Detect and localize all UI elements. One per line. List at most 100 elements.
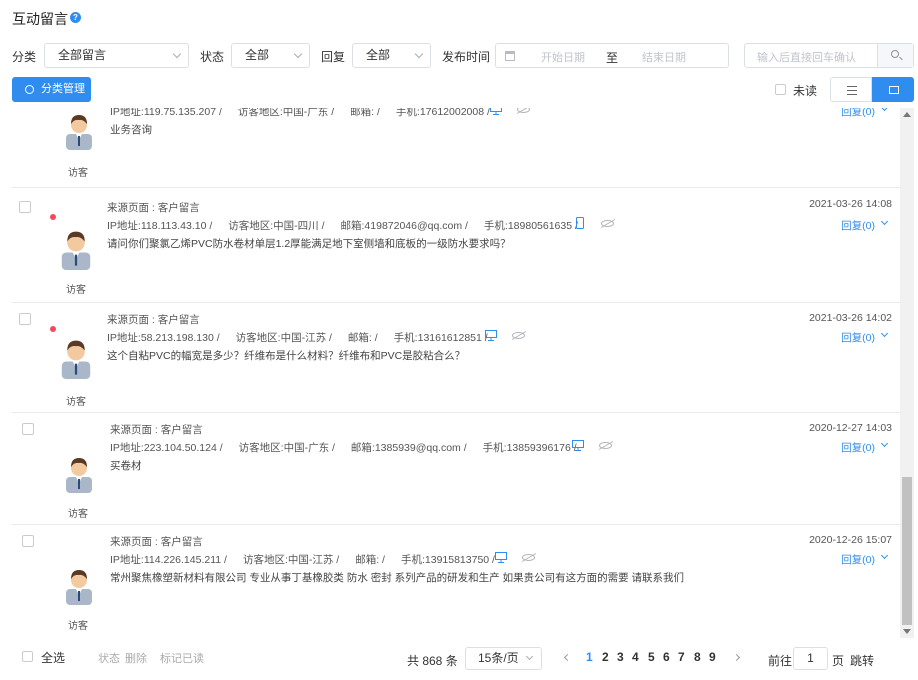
chevron-down-icon[interactable] (880, 217, 889, 226)
search-input[interactable]: 输入后直接回车确认 (757, 49, 856, 65)
publish-time-label: 发布时间 (442, 50, 491, 64)
mobile-icon (576, 217, 584, 229)
start-date-input[interactable]: 开始日期 (541, 49, 585, 65)
chevron-down-icon[interactable] (880, 551, 889, 560)
page-7[interactable]: 7 (678, 650, 685, 664)
reply-select[interactable]: 全部 (352, 43, 431, 68)
date-range-picker[interactable]: 开始日期 至 结束日期 (495, 43, 729, 68)
category-management-label: 分类管理 (41, 83, 85, 95)
row-checkbox[interactable] (19, 313, 31, 325)
row-checkbox[interactable] (22, 535, 34, 547)
visitor-label: 访客 (66, 285, 86, 296)
message-content: 常州聚焦橡塑新材料有限公司 专业从事丁基橡胶类 防水 密封 系列产品的研发和生产… (110, 572, 685, 584)
hide-icon[interactable] (517, 108, 530, 113)
visitor-label: 访客 (68, 621, 88, 632)
message-list: IP地址:119.75.135.207 /访客地区:中国-广东 / 邮箱: / 手机… (12, 108, 914, 638)
select-all-label[interactable]: 全选 (41, 649, 65, 666)
end-date-input[interactable]: 结束日期 (642, 49, 686, 65)
page-2[interactable]: 2 (602, 650, 609, 664)
row-checkbox[interactable] (19, 201, 31, 213)
unread-dot (50, 326, 56, 332)
hide-icon[interactable] (512, 332, 525, 339)
help-icon[interactable]: ? (70, 12, 81, 23)
list-view-button[interactable] (830, 77, 872, 102)
chevron-down-icon[interactable] (880, 329, 889, 338)
list-scrollbar[interactable] (900, 108, 914, 638)
reply-link[interactable]: 回复(0) (841, 108, 875, 119)
message-meta: IP地址:114.226.145.211 /访客地区:中国-江苏 / 邮箱: / 手… (110, 554, 495, 566)
message-source: 来源页面 : 客户留言 (110, 536, 203, 548)
hide-icon[interactable] (599, 442, 612, 449)
avatar (61, 340, 91, 379)
image-icon (889, 86, 899, 94)
select-all-checkbox[interactable] (22, 651, 33, 662)
reply-filter-label: 回复 (321, 50, 346, 64)
reply-select-value: 全部 (366, 48, 391, 62)
scrollbar-thumb[interactable] (902, 477, 912, 625)
desktop-icon (485, 330, 497, 341)
visitor-label: 访客 (66, 397, 86, 408)
desktop-icon (490, 108, 502, 115)
calendar-icon (505, 51, 515, 61)
message-meta: IP地址:119.75.135.207 /访客地区:中国-广东 / 邮箱: / 手机… (110, 108, 490, 118)
avatar (66, 570, 92, 605)
delete-action-button[interactable]: 删除 (125, 650, 147, 666)
scroll-down-arrow-icon[interactable] (903, 629, 911, 634)
page-8[interactable]: 8 (694, 650, 701, 664)
page-size-select[interactable]: 15条/页 (465, 647, 542, 670)
category-select[interactable]: 全部留言 (44, 43, 189, 68)
chevron-down-icon (293, 49, 303, 59)
list-item: 来源页面 : 客户留言 IP地址:58.213.198.130 /访客地区:中国… (12, 303, 900, 413)
unread-checkbox[interactable] (775, 84, 786, 95)
page-title: 互动留言 (12, 11, 68, 27)
next-page-icon[interactable] (732, 653, 741, 662)
unread-label: 未读 (793, 84, 818, 98)
page-9[interactable]: 9 (709, 650, 716, 664)
list-item: 来源页面 : 客户留言 IP地址:114.226.145.211 /访客地区:中… (12, 525, 900, 638)
page-1[interactable]: 1 (586, 650, 593, 664)
list-item: 来源页面 : 客户留言 IP地址:223.104.50.124 /访客地区:中国… (12, 413, 900, 525)
search-box[interactable]: 输入后直接回车确认 (744, 43, 914, 68)
chevron-down-icon (525, 652, 534, 661)
hide-icon[interactable] (522, 554, 535, 561)
unread-dot (50, 214, 56, 220)
jump-button[interactable]: 跳转 (850, 652, 874, 669)
avatar (66, 458, 92, 493)
desktop-icon (495, 552, 507, 563)
desktop-icon (572, 440, 584, 451)
card-view-button[interactable] (872, 77, 914, 102)
reply-link[interactable]: 回复(0) (841, 552, 875, 567)
reply-link[interactable]: 回复(0) (841, 330, 875, 345)
row-checkbox[interactable] (22, 423, 34, 435)
page-5[interactable]: 5 (648, 650, 655, 664)
message-meta: IP地址:118.113.43.10 /访客地区:中国-四川 / 邮箱:41987… (107, 220, 578, 232)
reply-link[interactable]: 回复(0) (841, 440, 875, 455)
mark-read-button[interactable]: 标记已读 (160, 650, 204, 666)
hide-icon[interactable] (601, 220, 614, 227)
message-date: 2021-03-26 14:02 (809, 312, 892, 324)
list-footer: 全选 状态 删除 标记已读 共 868 条 15条/页 1 2 3 4 5 6 … (0, 645, 918, 675)
message-content: 请问你们聚氯乙烯PVC防水卷材单层1.2厚能满足地下室侧墙和底板的一级防水要求吗… (107, 238, 511, 250)
visitor-label: 访客 (68, 168, 88, 179)
goto-page-input[interactable]: 1 (793, 647, 828, 670)
prev-page-icon[interactable] (563, 653, 572, 662)
message-content: 买卷材 (110, 460, 142, 472)
status-filter-label: 状态 (200, 50, 225, 64)
list-item: 来源页面 : 客户留言 IP地址:118.113.43.10 /访客地区:中国-… (12, 188, 900, 303)
chevron-down-icon[interactable] (880, 439, 889, 448)
page-3[interactable]: 3 (617, 650, 624, 664)
search-button[interactable] (877, 44, 913, 67)
page-6[interactable]: 6 (663, 650, 670, 664)
scroll-up-arrow-icon[interactable] (903, 112, 911, 117)
avatar (61, 231, 91, 270)
status-select[interactable]: 全部 (231, 43, 310, 68)
settings-icon (25, 85, 34, 94)
status-action-button[interactable]: 状态 (98, 650, 120, 666)
visitor-label: 访客 (68, 509, 88, 520)
category-management-button[interactable]: 分类管理 (12, 77, 91, 102)
reply-link[interactable]: 回复(0) (841, 218, 875, 233)
page-4[interactable]: 4 (632, 650, 639, 664)
goto-label: 前往 (768, 654, 793, 668)
message-meta: IP地址:58.213.198.130 /访客地区:中国-江苏 / 邮箱: / 手机… (107, 332, 488, 344)
chevron-down-icon[interactable] (880, 108, 889, 112)
